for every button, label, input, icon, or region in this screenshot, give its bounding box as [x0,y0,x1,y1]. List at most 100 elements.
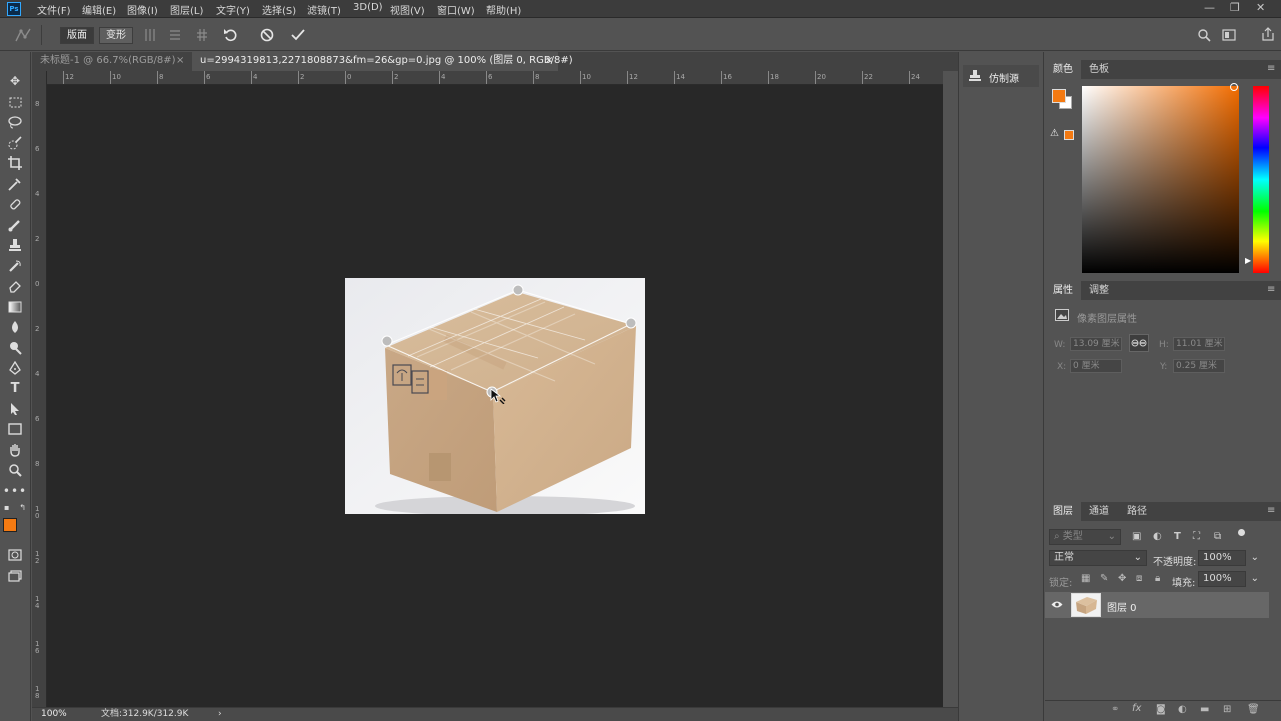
filter-type-icon[interactable]: T [1174,531,1181,542]
close-window-button[interactable]: ✕ [1256,1,1265,14]
layer-style-icon[interactable]: fx [1132,703,1141,714]
menu-type[interactable]: 文字(Y) [216,2,250,17]
maximize-button[interactable]: ❐ [1230,1,1240,14]
y-position-field[interactable]: 0.25 厘米 [1173,359,1225,373]
warp-control-point[interactable] [512,284,524,296]
clone-source-panel-button[interactable]: 仿制源 [963,65,1039,87]
crop-tool-icon[interactable] [4,154,26,172]
brush-tool-icon[interactable] [4,216,26,234]
quick-selection-tool-icon[interactable] [4,134,26,152]
status-menu-arrow[interactable]: › [218,708,222,721]
layer-filter-select[interactable]: ⌕ 类型 ⌄ [1049,529,1121,545]
document-tab-untitled[interactable]: 未标题-1 @ 66.7%(RGB/8#) × [32,52,190,71]
delete-layer-icon[interactable]: 🗑︎ [1247,704,1260,715]
close-tab-icon[interactable]: × [176,52,184,70]
hue-slider-handle[interactable]: ▶ [1245,256,1251,265]
menu-select[interactable]: 选择(S) [262,2,296,17]
history-brush-tool-icon[interactable] [4,257,26,275]
x-position-field[interactable]: 0 厘米 [1070,359,1122,373]
foreground-color-swatch[interactable] [3,518,17,532]
document-tab-active[interactable]: u=2994319813,2271808873&fm=26&gp=0.jpg @… [192,52,573,71]
menu-view[interactable]: 视图(V) [390,2,425,17]
new-adjustment-layer-icon[interactable]: ◐ [1178,704,1187,715]
filter-toggle-icon[interactable] [1238,529,1245,536]
zoom-tool-icon[interactable] [4,461,26,479]
warp-control-point[interactable] [381,335,393,347]
link-dimensions-icon[interactable] [1129,334,1149,352]
hand-tool-icon[interactable] [4,441,26,459]
layout-mode-button[interactable]: 版面 [60,27,94,44]
add-mask-icon[interactable]: ◙ [1156,704,1166,715]
lock-position-icon[interactable]: ✥ [1118,573,1126,584]
split-horizontal-icon[interactable] [169,28,181,42]
layer-row[interactable]: 图层 0 [1045,592,1269,618]
quick-mask-icon[interactable] [4,546,26,564]
lock-transparent-icon[interactable]: ▦ [1081,573,1090,584]
split-vertical-icon[interactable] [144,28,156,42]
rectangle-tool-icon[interactable] [4,420,26,438]
close-tab-icon[interactable]: × [545,52,553,70]
layer-name[interactable]: 图层 0 [1107,599,1137,614]
tab-paths[interactable]: 路径 [1119,502,1155,521]
type-tool-icon[interactable]: T [4,379,26,397]
marquee-tool-icon[interactable] [4,93,26,111]
menu-help[interactable]: 帮助(H) [486,2,521,17]
warp-control-point[interactable] [625,317,637,329]
gradient-tool-icon[interactable] [4,298,26,316]
foreground-color-chip[interactable] [1052,89,1066,103]
eye-icon[interactable] [1051,600,1063,609]
width-field[interactable]: 13.09 厘米 [1070,337,1122,351]
tab-swatches[interactable]: 色板 [1081,60,1117,79]
filter-shape-icon[interactable]: ⛶ [1193,531,1200,542]
move-tool-icon[interactable]: ✥ [4,72,26,90]
reset-icon[interactable] [223,27,239,43]
menu-edit[interactable]: 编辑(E) [82,2,116,17]
pen-tool-icon[interactable] [4,359,26,377]
path-selection-tool-icon[interactable] [4,400,26,418]
panel-menu-icon[interactable]: ≡ [1267,284,1275,295]
cancel-icon[interactable] [259,27,275,43]
tab-properties[interactable]: 属性 [1045,281,1081,300]
minimize-button[interactable]: — [1204,1,1215,14]
panel-menu-icon[interactable]: ≡ [1267,63,1275,74]
lock-artboard-icon[interactable]: ⧈ [1136,573,1142,584]
dodge-tool-icon[interactable] [4,339,26,357]
workspace-icon[interactable] [1222,29,1236,41]
panel-menu-icon[interactable]: ≡ [1267,505,1275,516]
height-field[interactable]: 11.01 厘米 [1173,337,1225,351]
gamut-color-chip[interactable] [1064,130,1074,140]
opacity-field[interactable]: 100% ⌄ [1198,550,1259,566]
color-field[interactable] [1082,83,1239,273]
commit-icon[interactable] [290,27,306,43]
search-icon[interactable] [1197,28,1211,42]
gamut-warning-icon[interactable]: ⚠ [1050,128,1059,139]
more-tools-icon[interactable]: ••• [3,482,26,500]
grid-split-icon[interactable] [196,28,208,42]
blend-mode-select[interactable]: 正常 ⌄ [1049,550,1147,566]
new-layer-icon[interactable]: ⊞ [1223,704,1231,715]
menu-filter[interactable]: 滤镜(T) [307,2,341,17]
new-group-icon[interactable]: ▬ [1200,704,1209,715]
eyedropper-tool-icon[interactable] [4,175,26,193]
lock-pixels-icon[interactable]: ✎ [1100,573,1108,584]
menu-window[interactable]: 窗口(W) [437,2,475,17]
healing-brush-tool-icon[interactable] [4,195,26,213]
blur-tool-icon[interactable] [4,318,26,336]
chevron-down-icon[interactable]: ⌄ [1251,551,1259,565]
warp-mode-button[interactable]: 变形 [99,27,133,44]
lasso-tool-icon[interactable] [4,113,26,131]
zoom-level[interactable]: 100% [41,708,67,721]
filter-smart-object-icon[interactable]: ⧉ [1214,531,1221,542]
eraser-tool-icon[interactable] [4,277,26,295]
filter-pixel-icon[interactable]: ▣ [1132,531,1141,542]
menu-file[interactable]: 文件(F) [37,2,71,17]
menu-image[interactable]: 图像(I) [127,2,158,17]
clone-stamp-tool-icon[interactable] [4,236,26,254]
hue-slider[interactable] [1253,86,1269,273]
screen-mode-icon[interactable] [4,567,26,585]
lock-all-icon[interactable]: 🔒︎ [1155,573,1160,584]
tab-layers[interactable]: 图层 [1045,502,1081,521]
share-icon[interactable] [1261,27,1275,41]
tab-adjustments[interactable]: 调整 [1081,281,1117,300]
fill-field[interactable]: 100% ⌄ [1198,571,1259,587]
